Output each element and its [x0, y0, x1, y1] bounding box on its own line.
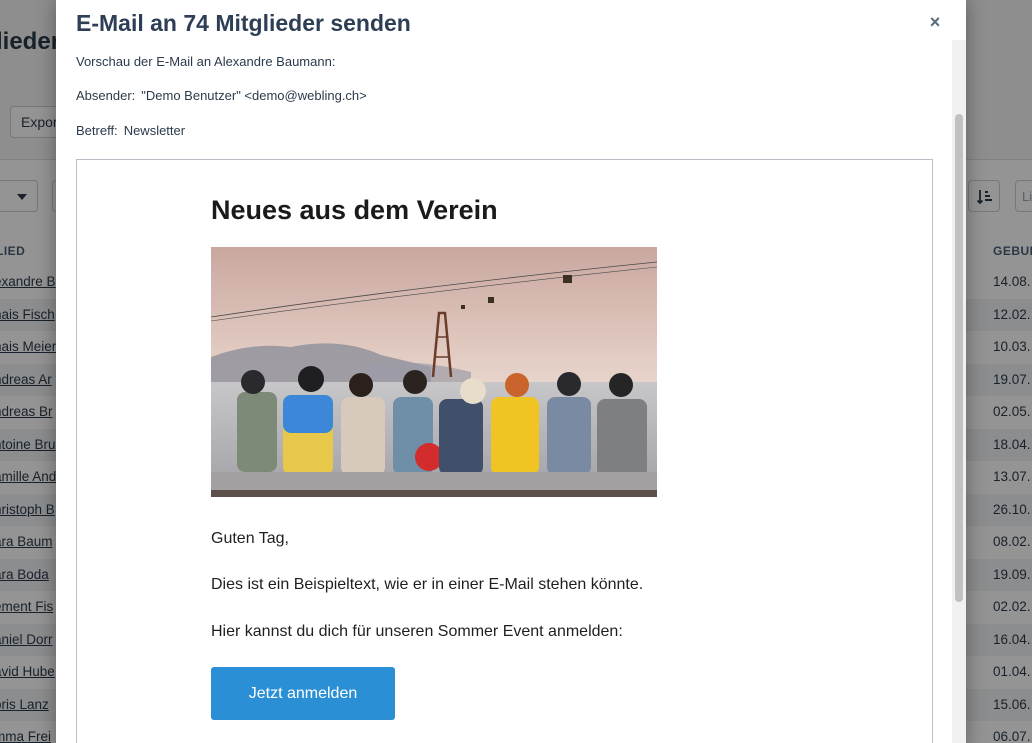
email-signup-text: Hier kannst du dich für unseren Sommer E…: [211, 623, 623, 640]
preview-recipient-line: Vorschau der E-Mail an Alexandre Baumann…: [76, 54, 336, 69]
email-heading: Neues aus dem Verein: [211, 195, 498, 225]
send-email-dialog: E-Mail an 74 Mitglieder senden × Vorscha…: [56, 0, 966, 743]
dialog-scrollbar[interactable]: [952, 40, 966, 743]
sender-line: Absender: "Demo Benutzer" <demo@webling.c…: [76, 88, 367, 103]
signup-button[interactable]: Jetzt anmelden: [211, 667, 395, 720]
sender-label: Absender:: [76, 88, 136, 103]
subject-label: Betreff:: [76, 123, 118, 138]
newsletter-image: [211, 247, 657, 497]
subject-line: Betreff: Newsletter: [76, 123, 185, 138]
subject-value: Newsletter: [123, 123, 186, 138]
close-icon[interactable]: ×: [925, 12, 945, 32]
sender-value: "Demo Benutzer" <demo@webling.ch>: [141, 88, 367, 103]
scrollbar-thumb[interactable]: [955, 114, 963, 602]
dialog-title: E-Mail an 74 Mitglieder senden: [76, 10, 411, 36]
email-preview-frame: Neues aus dem Verein Guten Tag, Dies ist…: [76, 159, 933, 743]
email-greeting: Guten Tag,: [211, 530, 289, 547]
email-body-text: Dies ist ein Beispieltext, wie er in ein…: [211, 576, 644, 593]
